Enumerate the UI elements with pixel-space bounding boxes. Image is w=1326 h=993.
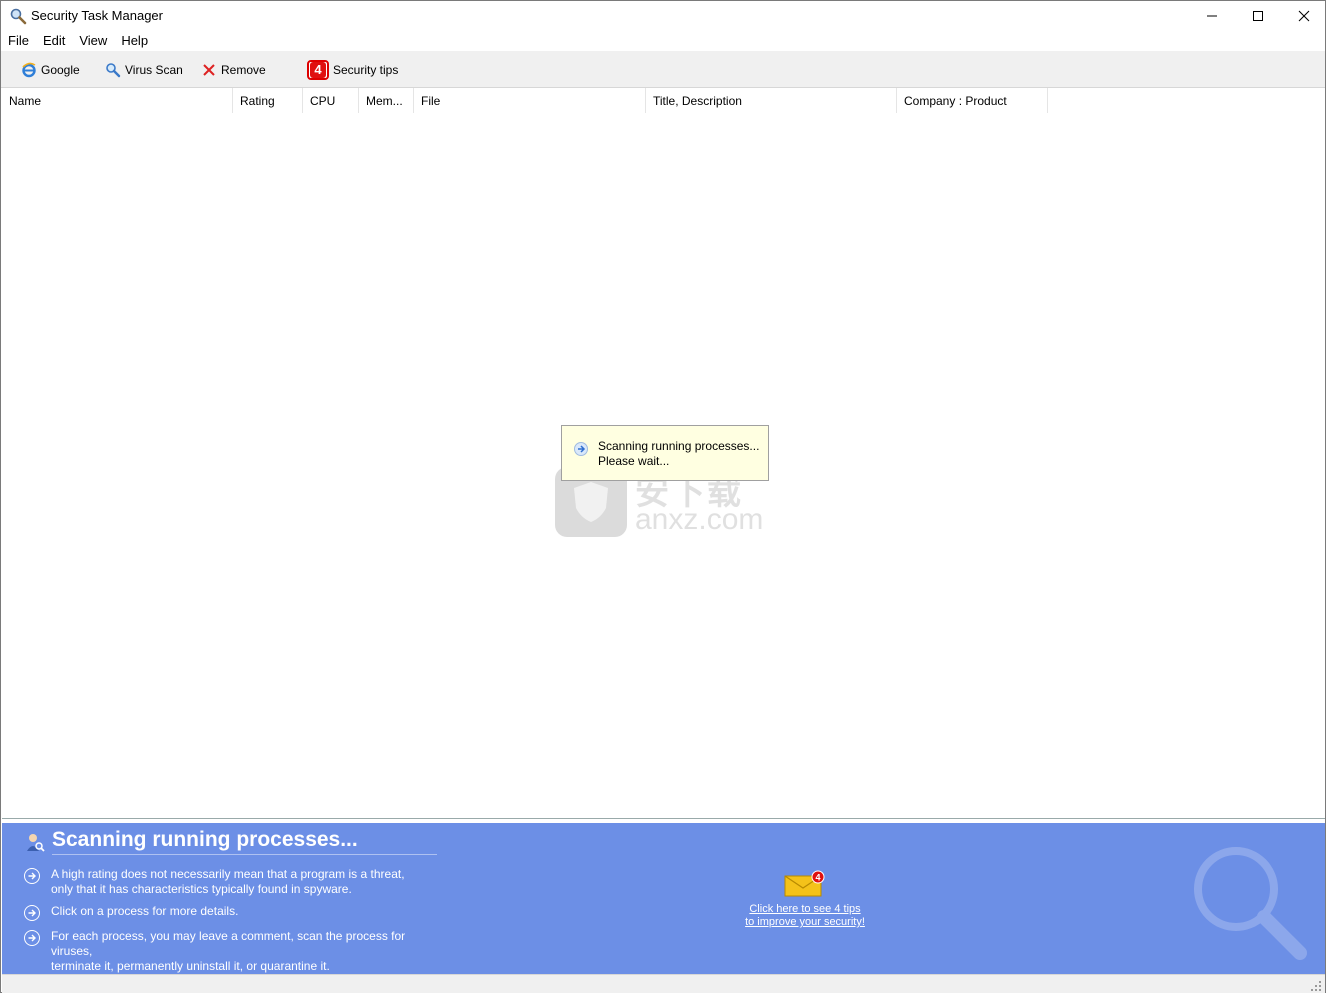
panel-divider [52, 854, 437, 855]
virus-scan-button-label: Virus Scan [125, 63, 183, 77]
arrow-circle-icon [24, 868, 40, 884]
tips-link-line[interactable]: to improve your security! [702, 916, 908, 929]
google-button-label: Google [41, 63, 80, 77]
bullet-line: A high rating does not necessarily mean … [51, 867, 405, 881]
tips-count-badge: 4 [307, 60, 329, 80]
magnifier-app-icon [9, 7, 27, 25]
list-header: Name Rating CPU Mem... File Title, Descr… [2, 88, 1325, 113]
resize-grip-icon[interactable] [1311, 980, 1321, 991]
tips-count: 4 [310, 62, 326, 78]
column-header-company-product[interactable]: Company : Product [897, 88, 1048, 113]
menu-view[interactable]: View [72, 31, 114, 51]
window-title: Security Task Manager [31, 8, 163, 23]
column-header-cpu[interactable]: CPU [303, 88, 359, 113]
maximize-button[interactable] [1235, 1, 1281, 31]
menu-bar: File Edit View Help [1, 31, 1325, 51]
red-x-icon [201, 62, 217, 78]
column-header-name[interactable]: Name [2, 88, 233, 113]
magnifier-icon [105, 62, 121, 78]
column-header-file[interactable]: File [414, 88, 646, 113]
google-button[interactable]: Google [21, 60, 80, 80]
magnifier-watermark-icon [1188, 841, 1312, 965]
arrow-circle-icon [24, 930, 40, 946]
virus-scan-button[interactable]: Virus Scan [105, 60, 183, 80]
scanning-message: Scanning running processes... [598, 439, 760, 453]
panel-title: Scanning running processes... [52, 828, 358, 851]
menu-help[interactable]: Help [114, 31, 155, 51]
title-bar[interactable]: Security Task Manager [1, 1, 1325, 31]
menu-edit[interactable]: Edit [36, 31, 72, 51]
bullet-line: terminate it, permanently uninstall it, … [51, 959, 330, 973]
tips-link-line[interactable]: Click here to see 4 tips [702, 903, 908, 916]
bullet-line: only that it has characteristics typical… [51, 882, 352, 896]
app-window: Security Task Manager File Edit View Hel… [0, 0, 1326, 993]
internet-explorer-icon [21, 62, 37, 78]
column-header-memory[interactable]: Mem... [359, 88, 414, 113]
info-panel: Scanning running processes... A high rat… [2, 823, 1325, 974]
scanning-person-icon [24, 831, 46, 853]
scanning-tooltip: Scanning running processes... Please wai… [561, 425, 769, 481]
bullet-text: For each process, you may leave a commen… [51, 929, 444, 974]
security-tips-button[interactable]: 4 Security tips [307, 60, 398, 80]
please-wait-message: Please wait... [598, 454, 670, 468]
remove-button[interactable]: Remove [201, 60, 266, 80]
security-tips-link[interactable]: Click here to see 4 tips to improve your… [702, 903, 908, 929]
bullet-text: A high rating does not necessarily mean … [51, 867, 405, 897]
bullet-text: Click on a process for more details. [51, 904, 238, 919]
arrow-circle-icon [24, 905, 40, 921]
toolbar: Google Virus Scan Remove 4 Security tips [1, 51, 1325, 88]
envelope-icon[interactable]: 4 [784, 870, 826, 898]
remove-button-label: Remove [221, 63, 266, 77]
bullet-line: Click on a process for more details. [51, 904, 239, 918]
security-tips-label: Security tips [333, 63, 399, 77]
menu-file[interactable]: File [1, 31, 36, 51]
arrow-right-icon [574, 442, 588, 456]
bullet-line: For each process, you may leave a commen… [51, 929, 406, 958]
minimize-button[interactable] [1189, 1, 1235, 31]
watermark-domain-text: anxz.com [635, 503, 764, 536]
status-bar [2, 974, 1325, 993]
column-header-title-description[interactable]: Title, Description [646, 88, 897, 113]
column-header-rating[interactable]: Rating [233, 88, 303, 113]
close-button[interactable] [1281, 1, 1326, 31]
mail-badge-count: 4 [815, 873, 820, 883]
